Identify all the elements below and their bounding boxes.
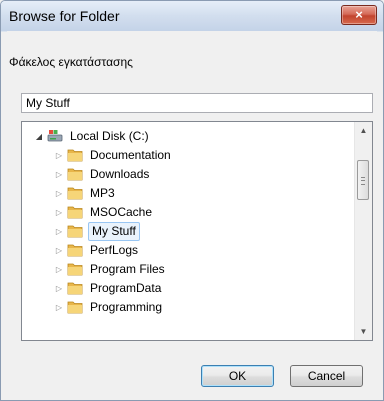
- collapsed-arrow-icon[interactable]: ▷: [54, 241, 64, 260]
- collapsed-arrow-icon[interactable]: ▷: [54, 146, 64, 165]
- tree-node-label: Programming: [90, 300, 163, 314]
- scroll-down-arrow-icon[interactable]: ▼: [355, 323, 372, 340]
- folder-icon: [67, 206, 83, 219]
- dialog-title: Browse for Folder: [9, 8, 120, 24]
- tree-node-label: Downloads: [90, 167, 150, 181]
- folder-icon: [67, 187, 83, 200]
- folder-icon: [67, 244, 83, 257]
- title-bar[interactable]: Browse for Folder ×: [1, 1, 383, 31]
- scrollbar-thumb[interactable]: [357, 160, 369, 200]
- collapsed-arrow-icon[interactable]: ▷: [54, 279, 64, 298]
- tree-node-label: My Stuff: [88, 222, 140, 241]
- tree-node-label: MSOCache: [90, 205, 153, 219]
- folder-tree-content: ◢ Local Disk (C:) ▷ Documentation ▷ Down…: [22, 122, 355, 340]
- local-disk-icon: [47, 130, 63, 142]
- folder-tree[interactable]: ◢ Local Disk (C:) ▷ Documentation ▷ Down…: [21, 121, 373, 341]
- dialog-description: Φάκελος εγκατάστασης: [9, 55, 133, 69]
- tree-node-label: PerfLogs: [90, 243, 139, 257]
- grip-icon: [361, 177, 365, 185]
- collapsed-arrow-icon[interactable]: ▷: [54, 298, 64, 317]
- folder-name-input[interactable]: [21, 93, 373, 113]
- tree-node-label: Local Disk (C:): [70, 129, 149, 143]
- folder-icon: [67, 282, 83, 295]
- collapsed-arrow-icon[interactable]: ▷: [54, 165, 64, 184]
- cancel-button[interactable]: Cancel: [290, 365, 363, 387]
- tree-node-label: MP3: [90, 186, 115, 200]
- collapsed-arrow-icon[interactable]: ▷: [54, 184, 64, 203]
- dialog-body: Φάκελος εγκατάστασης ◢ Local Disk (C:): [7, 31, 377, 395]
- folder-icon: [67, 149, 83, 162]
- vertical-scrollbar[interactable]: ▲ ▼: [354, 122, 372, 340]
- tree-node-label: Program Files: [90, 262, 165, 276]
- folder-icon: [67, 301, 83, 314]
- close-button[interactable]: ×: [341, 5, 377, 25]
- collapsed-arrow-icon[interactable]: ▷: [54, 260, 64, 279]
- collapsed-arrow-icon[interactable]: ▷: [54, 222, 64, 241]
- ok-button[interactable]: OK: [201, 365, 274, 387]
- tree-node-label: ProgramData: [90, 281, 162, 295]
- folder-icon: [67, 263, 83, 276]
- scroll-up-arrow-icon[interactable]: ▲: [355, 122, 372, 139]
- folder-icon: [67, 168, 83, 181]
- collapsed-arrow-icon[interactable]: ▷: [54, 203, 64, 222]
- expanded-arrow-icon[interactable]: ◢: [34, 127, 44, 146]
- folder-icon: [67, 225, 83, 238]
- tree-node-label: Documentation: [90, 148, 171, 162]
- browse-folder-dialog: Browse for Folder × Φάκελος εγκατάστασης…: [0, 0, 384, 401]
